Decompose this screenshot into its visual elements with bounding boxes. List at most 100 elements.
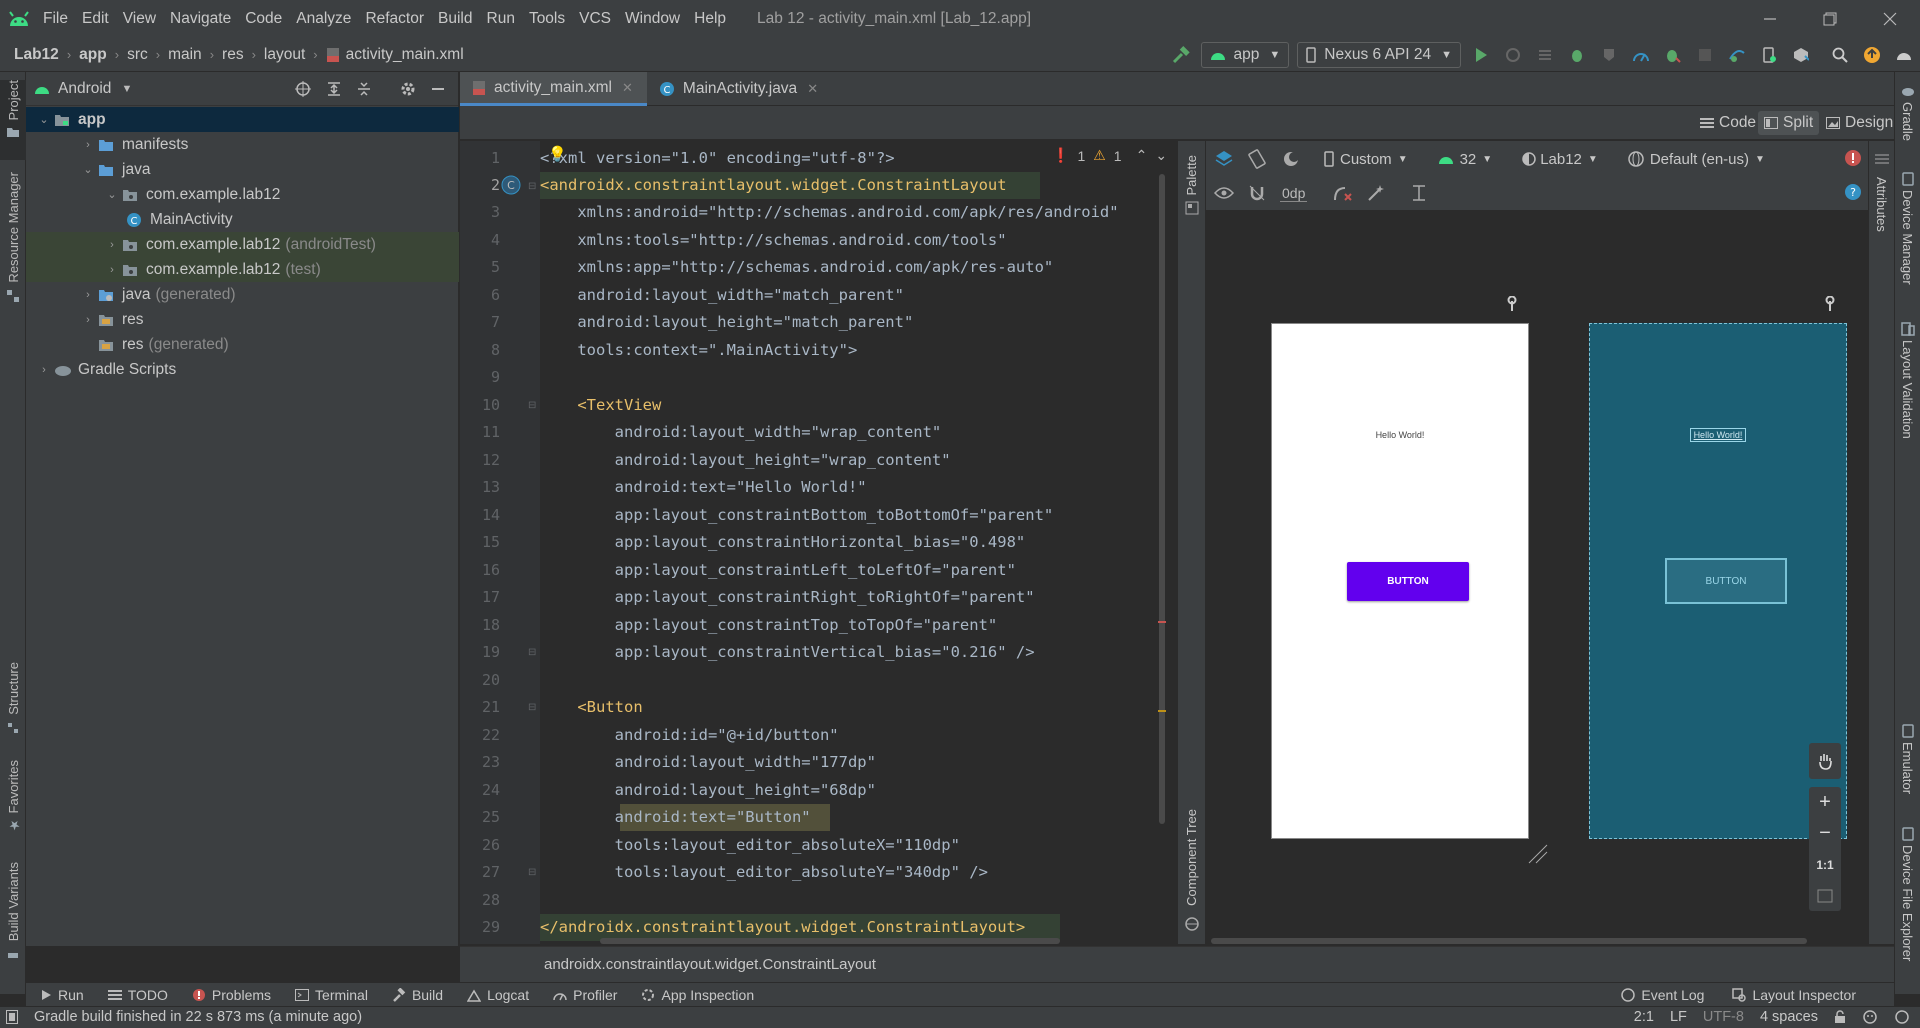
caret-position[interactable]: 2:1	[1634, 1009, 1654, 1025]
device-size-select[interactable]: Custom ▼	[1320, 146, 1412, 172]
chevron-up-icon[interactable]: ⌃	[1136, 147, 1148, 164]
tab-mainactivity-java[interactable]: C MainActivity.java ✕	[647, 72, 832, 106]
zoom-out-icon[interactable]: −	[1809, 818, 1841, 849]
tool-tab-logcat[interactable]: Logcat	[467, 987, 529, 1003]
tree-item-java-generated[interactable]: › java (generated)	[26, 282, 459, 307]
editor-scrollbar[interactable]	[1158, 168, 1166, 908]
device-select[interactable]: Nexus 6 API 24 ▼	[1297, 42, 1461, 68]
error-status-icon[interactable]	[1844, 149, 1862, 167]
locate-icon[interactable]	[294, 80, 312, 98]
error-mark[interactable]	[1158, 621, 1166, 623]
api-level-select[interactable]: 32 ▼	[1433, 146, 1497, 172]
wrench-icon[interactable]	[1506, 296, 1518, 312]
menu-file[interactable]: File	[36, 0, 75, 38]
tool-tab-palette[interactable]: Palette	[1184, 155, 1199, 195]
eye-icon[interactable]	[1214, 186, 1234, 200]
zoom-to-fit-icon[interactable]	[1809, 880, 1841, 911]
help-icon[interactable]: ?	[1844, 183, 1862, 201]
project-view-select[interactable]: Android	[58, 80, 111, 98]
device-manager-icon[interactable]	[1756, 42, 1782, 68]
class-gutter-icon[interactable]: C	[501, 175, 521, 195]
menu-code[interactable]: Code	[238, 0, 289, 38]
tool-tab-build-variants[interactable]: Build Variants	[0, 862, 26, 982]
restore-button[interactable]	[1800, 0, 1860, 38]
inspection-widget[interactable]: ❗ 1 ⚠ 1 ⌃ ⌄	[1052, 147, 1166, 164]
tool-tab-favorites[interactable]: Favorites ★	[0, 760, 26, 860]
element-breadcrumb[interactable]: androidx.constraintlayout.widget.Constra…	[544, 956, 876, 973]
tool-tab-component-tree[interactable]: Component Tree	[1184, 809, 1199, 906]
tree-item-res[interactable]: › res	[26, 307, 459, 332]
close-window-button[interactable]	[1860, 0, 1920, 38]
coverage-icon[interactable]	[1596, 42, 1622, 68]
fold-icon[interactable]: ⊟	[528, 867, 536, 878]
gear-icon[interactable]	[400, 81, 416, 97]
night-mode-icon[interactable]	[1282, 149, 1302, 169]
magnet-off-icon[interactable]	[1248, 184, 1266, 202]
tool-tab-profiler[interactable]: Profiler	[553, 987, 617, 1003]
blueprint-button[interactable]: BUTTON	[1665, 558, 1787, 604]
design-horizontal-scroll-thumb[interactable]	[1211, 938, 1807, 944]
fold-icon[interactable]: ⊟	[528, 647, 536, 658]
design-surface[interactable]: Hello World! BUTTON Hello World! BUTTON …	[1178, 141, 1894, 944]
apply-changes-icon[interactable]	[1500, 42, 1526, 68]
locale-select[interactable]: Default (en-us) ▼	[1623, 146, 1769, 172]
tool-tab-resource-manager[interactable]: Resource Manager	[0, 172, 26, 372]
sync-gradle-icon[interactable]	[1724, 42, 1750, 68]
preview-button[interactable]: BUTTON	[1347, 562, 1469, 601]
tool-tab-device-manager[interactable]: Device Manager	[1900, 172, 1915, 285]
tree-item-mainactivity[interactable]: C MainActivity	[26, 207, 459, 232]
tree-item-manifests[interactable]: › manifests	[26, 132, 459, 157]
expand-all-icon[interactable]	[326, 81, 342, 97]
default-margin-field[interactable]: 0dp	[1280, 185, 1308, 202]
tool-tab-event-log[interactable]: Event Log	[1621, 987, 1704, 1003]
pan-hand-icon[interactable]	[1809, 743, 1841, 779]
theme-select[interactable]: Lab12 ▼	[1518, 146, 1602, 172]
menu-edit[interactable]: Edit	[75, 0, 116, 38]
line-separator[interactable]: LF	[1670, 1009, 1687, 1025]
indent-setting[interactable]: 4 spaces	[1760, 1009, 1818, 1025]
fold-icon[interactable]: ⊟	[528, 400, 536, 411]
menu-view[interactable]: View	[116, 0, 163, 38]
fold-icon[interactable]: ⊟	[528, 702, 536, 713]
tool-tab-project[interactable]: Project	[0, 80, 26, 160]
breadcrumb-src[interactable]: src	[127, 46, 148, 64]
preview-textview[interactable]: Hello World!	[1272, 430, 1528, 440]
inspector-icon[interactable]	[1862, 1009, 1878, 1025]
tool-tab-structure[interactable]: Structure	[0, 662, 26, 752]
chevron-down-icon[interactable]: ⌄	[1155, 147, 1166, 164]
breadcrumb-app[interactable]: app	[79, 46, 107, 64]
tool-tab-run[interactable]: Run	[40, 987, 84, 1003]
tree-item-app[interactable]: ⌄ app	[26, 107, 459, 132]
close-icon[interactable]: ✕	[807, 81, 818, 97]
tree-item-package-androidtest[interactable]: › com.example.lab12 (androidTest)	[26, 232, 459, 257]
infer-constraints-icon[interactable]	[1367, 184, 1385, 202]
zoom-in-icon[interactable]: +	[1809, 787, 1841, 818]
close-icon[interactable]: ✕	[622, 80, 633, 96]
debug-icon[interactable]	[1564, 42, 1590, 68]
tree-item-package[interactable]: ⌄ com.example.lab12	[26, 182, 459, 207]
stop-icon[interactable]	[1692, 42, 1718, 68]
zoom-actual-size-button[interactable]: 1:1	[1809, 849, 1841, 880]
tool-tab-problems[interactable]: Problems	[192, 987, 271, 1003]
orientation-icon[interactable]	[1248, 149, 1268, 169]
tool-tab-layout-inspector[interactable]: Layout Inspector	[1732, 987, 1856, 1003]
menu-tools[interactable]: Tools	[522, 0, 572, 38]
tool-tab-gradle[interactable]: Gradle	[1900, 86, 1915, 141]
run-icon[interactable]	[1468, 42, 1494, 68]
code-editor[interactable]: <?xml version="1.0" encoding="utf-8"?> <…	[540, 141, 1166, 944]
menu-navigate[interactable]: Navigate	[163, 0, 238, 38]
breadcrumb-res[interactable]: res	[222, 46, 244, 64]
code-mode-button[interactable]: Code	[1694, 111, 1762, 135]
menu-help[interactable]: Help	[687, 0, 733, 38]
guidelines-icon[interactable]	[1411, 184, 1427, 202]
breadcrumb-file[interactable]: activity_main.xml	[346, 46, 464, 64]
tool-tab-todo[interactable]: TODO	[107, 987, 168, 1003]
resize-handle-icon[interactable]	[1527, 843, 1549, 865]
apply-code-changes-icon[interactable]	[1532, 42, 1558, 68]
menu-analyze[interactable]: Analyze	[289, 0, 358, 38]
lightbulb-icon[interactable]: 💡	[548, 145, 567, 163]
menu-run[interactable]: Run	[480, 0, 522, 38]
updates-icon[interactable]	[1859, 42, 1885, 68]
make-project-hammer-icon[interactable]	[1168, 42, 1194, 68]
tree-item-res-generated[interactable]: res (generated)	[26, 332, 459, 357]
